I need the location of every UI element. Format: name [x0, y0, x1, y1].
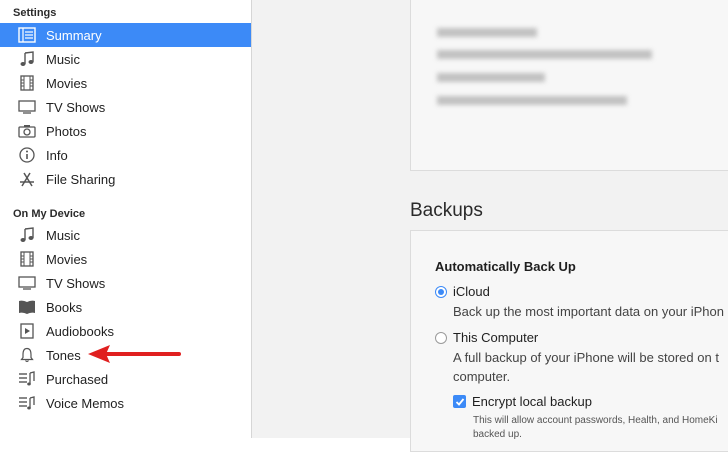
- icloud-description: Back up the most important data on your …: [453, 304, 724, 319]
- backups-heading: Backups: [410, 200, 483, 221]
- device-info-panel: [410, 0, 728, 171]
- main-content: Backups Automatically Back Up iCloud Bac…: [252, 0, 728, 452]
- device-item-books[interactable]: Books: [0, 295, 251, 319]
- sidebar-item-label: Photos: [46, 123, 87, 139]
- annotation-arrow: [88, 345, 181, 363]
- sidebar: Settings Summary Music Movies TV Shows P…: [0, 0, 252, 438]
- icloud-label: iCloud: [453, 284, 490, 299]
- music-note-icon: [18, 226, 36, 244]
- sidebar-item-info[interactable]: Info: [0, 143, 251, 167]
- backups-panel: Automatically Back Up iCloud Back up the…: [410, 230, 728, 452]
- audiobook-icon: [18, 322, 36, 340]
- film-icon: [18, 74, 36, 92]
- info-icon: [18, 146, 36, 164]
- redacted-text: [437, 73, 545, 82]
- tv-icon: [18, 274, 36, 292]
- device-item-movies[interactable]: Movies: [0, 247, 251, 271]
- encrypt-backup-label: Encrypt local backup: [472, 394, 592, 409]
- this-computer-radio[interactable]: [435, 331, 447, 344]
- sidebar-item-tv-shows[interactable]: TV Shows: [0, 95, 251, 119]
- sidebar-item-music[interactable]: Music: [0, 47, 251, 71]
- sidebar-item-file-sharing[interactable]: File Sharing: [0, 167, 251, 191]
- sidebar-item-label: TV Shows: [46, 275, 106, 291]
- sidebar-item-label: Movies: [46, 251, 88, 267]
- summary-icon: [18, 26, 36, 44]
- sidebar-item-label: Movies: [46, 75, 88, 91]
- this-computer-label: This Computer: [453, 330, 539, 345]
- encrypt-backup-checkbox[interactable]: [453, 395, 466, 408]
- sidebar-item-label: Music: [46, 51, 80, 67]
- redacted-text: [437, 96, 627, 105]
- device-item-music[interactable]: Music: [0, 223, 251, 247]
- redacted-text: [437, 50, 652, 59]
- sidebar-item-label: TV Shows: [46, 99, 106, 115]
- sidebar-item-summary[interactable]: Summary: [0, 23, 251, 47]
- redacted-text: [437, 28, 537, 37]
- purchased-list-icon: [18, 370, 36, 388]
- voice-memo-icon: [18, 394, 36, 412]
- music-note-icon: [18, 50, 36, 68]
- sidebar-item-label: Books: [46, 299, 83, 315]
- device-item-audiobooks[interactable]: Audiobooks: [0, 319, 251, 343]
- on-my-device-section-header: On My Device: [13, 208, 86, 220]
- sidebar-item-movies[interactable]: Movies: [0, 71, 251, 95]
- settings-section-header: Settings: [13, 7, 57, 19]
- camera-icon: [18, 122, 36, 140]
- book-icon: [18, 298, 36, 316]
- sidebar-item-label: Tones: [46, 347, 81, 363]
- device-item-voice-memos[interactable]: Voice Memos: [0, 391, 251, 415]
- this-computer-description: A full backup of your iPhone will be sto…: [453, 350, 719, 365]
- icloud-option[interactable]: iCloud: [435, 284, 490, 299]
- this-computer-description-cont: computer.: [453, 369, 511, 384]
- tv-icon: [18, 98, 36, 116]
- auto-backup-title: Automatically Back Up: [435, 259, 576, 274]
- sidebar-item-label: File Sharing: [46, 171, 116, 187]
- sidebar-item-photos[interactable]: Photos: [0, 119, 251, 143]
- icloud-radio[interactable]: [435, 285, 447, 298]
- device-item-purchased[interactable]: Purchased: [0, 367, 251, 391]
- film-icon: [18, 250, 36, 268]
- bell-icon: [18, 346, 36, 364]
- encrypt-backup-description: This will allow account passwords, Healt…: [473, 415, 718, 426]
- encrypt-backup-description-cont: backed up.: [473, 429, 522, 440]
- sidebar-item-label: Audiobooks: [46, 323, 114, 339]
- this-computer-option[interactable]: This Computer: [435, 330, 538, 345]
- sidebar-item-label: Music: [46, 227, 80, 243]
- sidebar-item-label: Info: [46, 147, 68, 163]
- sidebar-item-label: Summary: [46, 27, 102, 43]
- app-store-icon: [18, 170, 36, 188]
- device-item-tv-shows[interactable]: TV Shows: [0, 271, 251, 295]
- encrypt-backup-option[interactable]: Encrypt local backup: [453, 394, 592, 409]
- sidebar-item-label: Purchased: [46, 371, 109, 387]
- sidebar-item-label: Voice Memos: [46, 395, 125, 411]
